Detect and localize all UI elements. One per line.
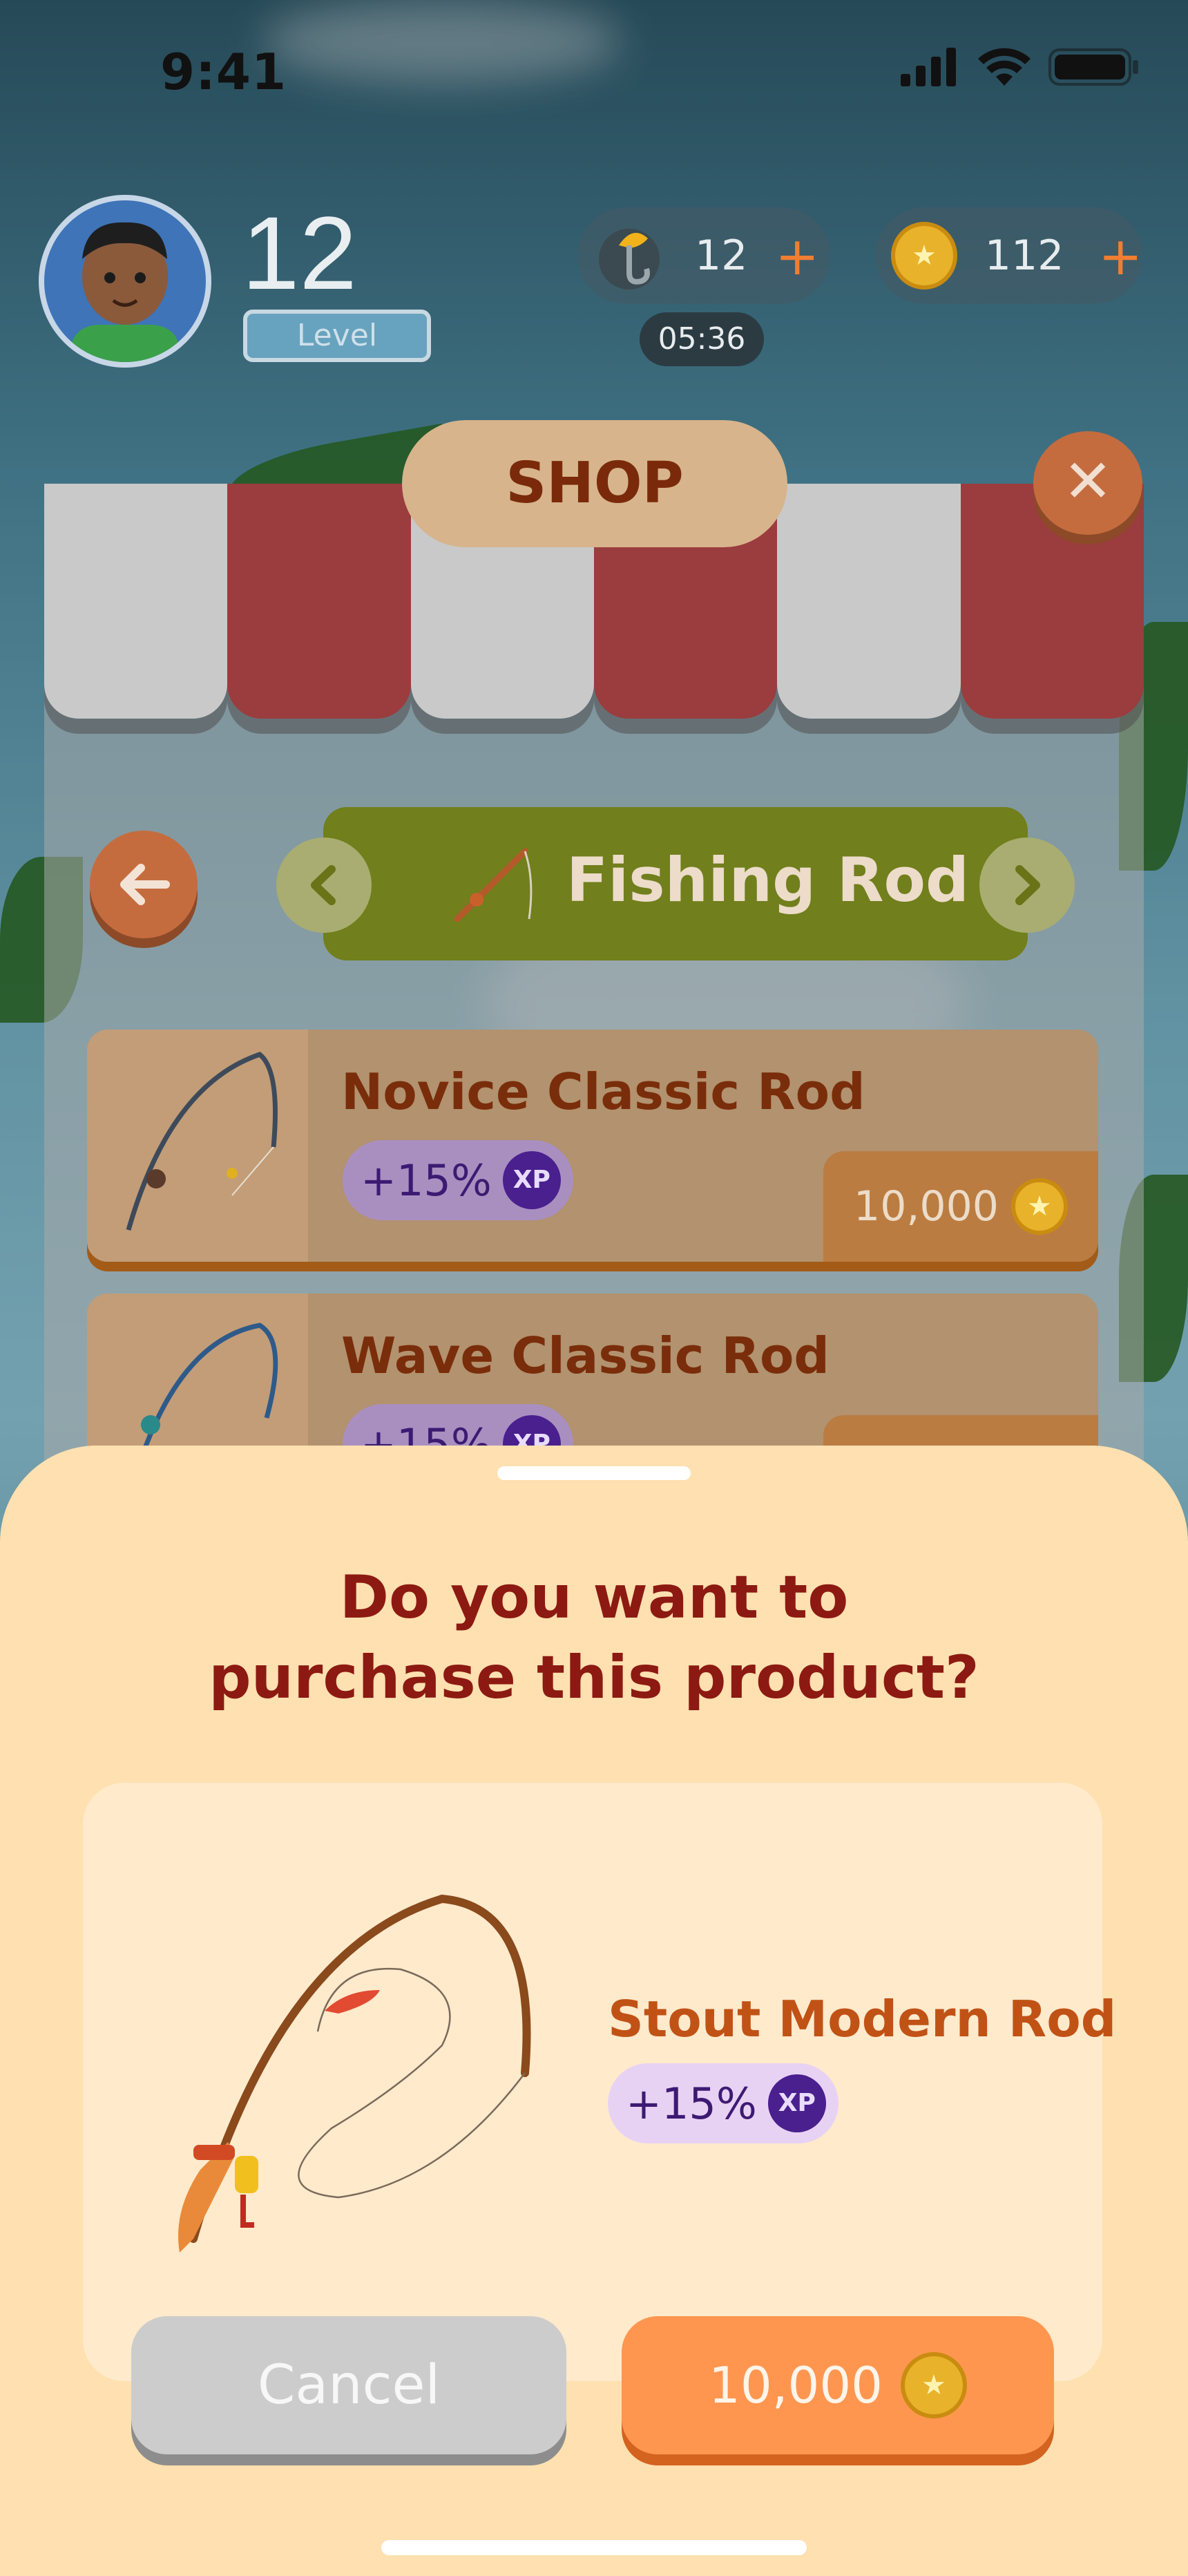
xp-icon: XP <box>502 1151 561 1209</box>
player-level: 12 <box>242 195 357 311</box>
category-prev-button[interactable] <box>276 837 372 933</box>
chevron-left-icon <box>311 865 336 905</box>
status-icons <box>901 47 1140 87</box>
close-icon: ✕ <box>1062 447 1113 516</box>
bait-resource: 12 + <box>577 207 830 304</box>
coin-resource: ★ 112 + <box>876 207 1142 304</box>
player-avatar[interactable] <box>39 195 211 368</box>
close-button[interactable]: ✕ <box>1033 431 1142 535</box>
coin-icon: ★ <box>891 222 957 290</box>
shop-title: SHOP <box>402 420 787 547</box>
shop-item-card[interactable]: Novice Classic Rod +15% XP 10,000 ★ <box>87 1030 1098 1262</box>
hook-icon <box>599 229 660 290</box>
product-xp-value: +15% <box>626 2078 757 2129</box>
item-name: Novice Classic Rod <box>341 1063 865 1121</box>
chevron-right-icon <box>1015 865 1040 905</box>
item-thumbnail <box>87 1030 308 1262</box>
cancel-button[interactable]: Cancel <box>131 2316 566 2454</box>
xp-bonus-value: +15% <box>361 1155 492 1206</box>
fishing-rod-icon <box>454 848 533 922</box>
battery-icon <box>1048 48 1138 86</box>
product-name: Stout Modern Rod <box>608 1990 1117 2048</box>
back-button[interactable] <box>90 831 198 938</box>
category-label: Fishing Rod <box>566 844 969 916</box>
product-rod-image <box>178 1894 531 2253</box>
item-price[interactable]: 10,000 ★ <box>823 1151 1098 1262</box>
add-coins-button[interactable]: + <box>1098 225 1142 287</box>
home-indicator <box>381 2540 807 2555</box>
dialog-title: Do you want to purchase this product? <box>0 1557 1188 1718</box>
wifi-icon <box>978 48 1031 86</box>
level-label: Level <box>243 310 431 362</box>
xp-icon: XP <box>767 2074 826 2132</box>
bait-count: 12 <box>695 231 748 280</box>
xp-bonus: +15% XP <box>343 1140 573 1220</box>
coin-icon: ★ <box>1010 1178 1068 1235</box>
product-xp-bonus: +15% XP <box>608 2063 839 2143</box>
coin-count: 112 <box>984 231 1064 280</box>
add-bait-button[interactable]: + <box>775 225 819 287</box>
category-next-button[interactable] <box>979 837 1075 933</box>
arrow-left-icon <box>120 864 170 905</box>
signal-icon <box>901 48 956 86</box>
avatar-character <box>72 222 178 362</box>
fishing-rod-image <box>126 1052 278 1231</box>
item-price-value: 10,000 <box>854 1182 999 1231</box>
buy-price: 10,000 <box>709 2356 883 2414</box>
buy-button[interactable]: 10,000 ★ <box>622 2316 1054 2454</box>
bait-timer: 05:36 <box>640 312 764 366</box>
item-name: Wave Classic Rod <box>341 1327 830 1385</box>
dialog-title-line2: purchase this product? <box>209 1643 979 1712</box>
sheet-grabber[interactable] <box>497 1466 691 1480</box>
dialog-title-line1: Do you want to <box>339 1563 849 1632</box>
coin-icon: ★ <box>900 2352 967 2418</box>
status-time: 9:41 <box>160 43 287 101</box>
